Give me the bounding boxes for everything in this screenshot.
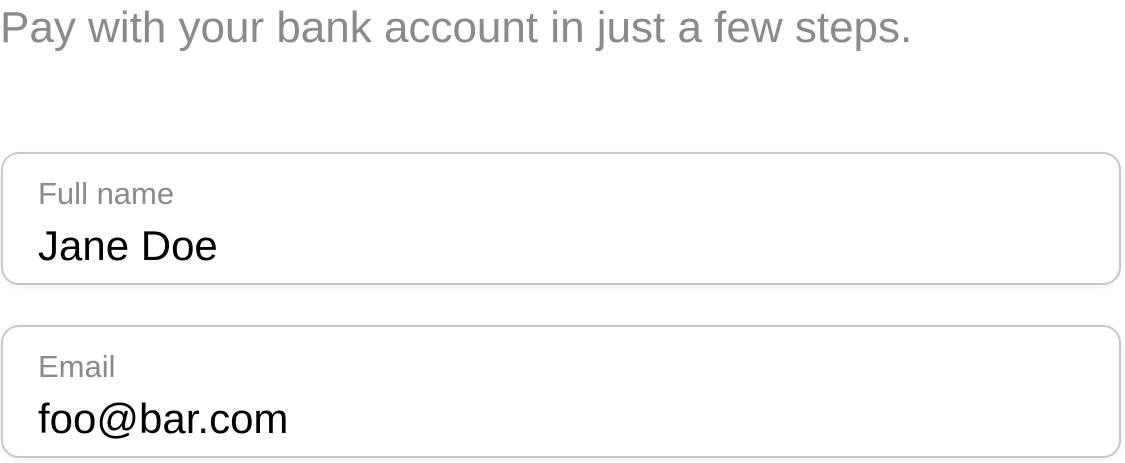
full-name-input[interactable] bbox=[38, 222, 1078, 270]
page-subtitle: Pay with your bank account in just a few… bbox=[0, 3, 913, 52]
email-field[interactable]: Email bbox=[1, 325, 1121, 458]
email-label: Email bbox=[38, 349, 116, 384]
full-name-field[interactable]: Full name bbox=[1, 152, 1121, 285]
full-name-label: Full name bbox=[38, 176, 175, 211]
email-input[interactable] bbox=[38, 395, 1078, 443]
